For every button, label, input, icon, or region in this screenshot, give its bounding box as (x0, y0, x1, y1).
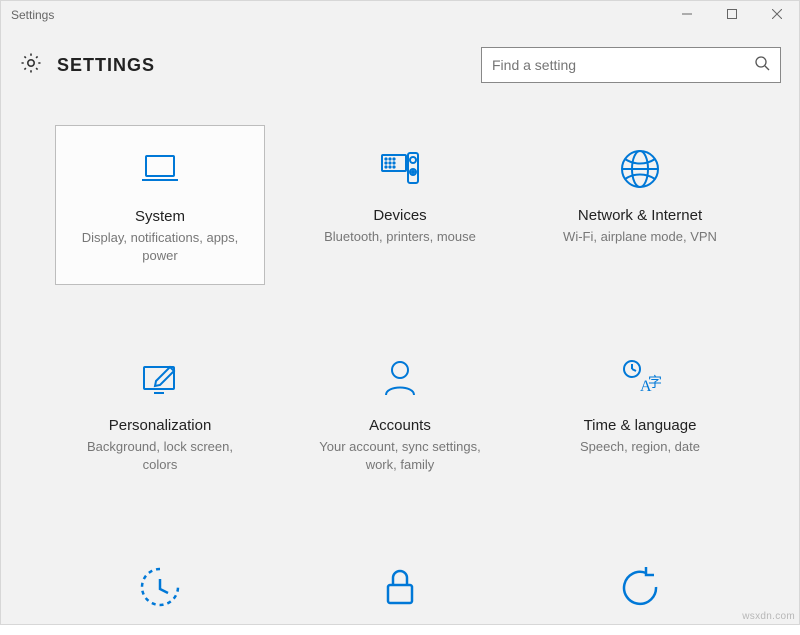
header: SETTINGS (1, 29, 799, 95)
tile-privacy[interactable] (295, 543, 505, 635)
titlebar: Settings (1, 1, 799, 29)
personalization-icon (136, 355, 184, 403)
search-box[interactable] (481, 47, 781, 83)
laptop-icon (136, 146, 184, 194)
settings-window: Settings (0, 0, 800, 625)
tile-title: System (135, 208, 185, 225)
tile-desc: Bluetooth, printers, mouse (324, 228, 476, 246)
tile-update-security[interactable] (535, 543, 745, 635)
person-icon (376, 355, 424, 403)
content-scroll[interactable]: System Display, notifications, apps, pow… (1, 95, 799, 635)
globe-icon (616, 145, 664, 193)
lock-icon (376, 563, 424, 611)
svg-text:字: 字 (648, 375, 662, 391)
header-left: SETTINGS (19, 51, 155, 80)
minimize-icon (682, 8, 692, 22)
tile-desc: Display, notifications, apps, power (75, 229, 245, 264)
maximize-icon (727, 8, 737, 22)
settings-grid: System Display, notifications, apps, pow… (1, 105, 799, 635)
minimize-button[interactable] (664, 1, 709, 29)
tile-system[interactable]: System Display, notifications, apps, pow… (55, 125, 265, 285)
tile-title: Time & language (584, 417, 697, 434)
close-icon (772, 8, 782, 22)
tile-time-language[interactable]: A 字 Time & language Speech, region, date (535, 335, 745, 493)
close-button[interactable] (754, 1, 799, 29)
tile-title: Devices (373, 207, 426, 224)
tile-ease-of-access[interactable] (55, 543, 265, 635)
tile-desc: Your account, sync settings, work, famil… (315, 438, 485, 473)
page-title: SETTINGS (57, 55, 155, 76)
update-icon (616, 563, 664, 611)
tile-title: Network & Internet (578, 207, 702, 224)
gear-icon (19, 51, 43, 80)
tile-title: Accounts (369, 417, 431, 434)
tile-personalization[interactable]: Personalization Background, lock screen,… (55, 335, 265, 493)
tile-title: Personalization (109, 417, 212, 434)
tile-desc: Wi-Fi, airplane mode, VPN (563, 228, 717, 246)
search-icon (754, 55, 770, 76)
titlebar-controls (664, 1, 799, 29)
tile-network[interactable]: Network & Internet Wi-Fi, airplane mode,… (535, 125, 745, 285)
tile-accounts[interactable]: Accounts Your account, sync settings, wo… (295, 335, 505, 493)
search-input[interactable] (492, 57, 754, 73)
devices-icon (376, 145, 424, 193)
time-language-icon: A 字 (616, 355, 664, 403)
tile-desc: Speech, region, date (580, 438, 700, 456)
tile-desc: Background, lock screen, colors (75, 438, 245, 473)
watermark: wsxdn.com (742, 611, 795, 622)
maximize-button[interactable] (709, 1, 754, 29)
window-title: Settings (11, 8, 54, 22)
tile-devices[interactable]: Devices Bluetooth, printers, mouse (295, 125, 505, 285)
ease-of-access-icon (136, 563, 184, 611)
